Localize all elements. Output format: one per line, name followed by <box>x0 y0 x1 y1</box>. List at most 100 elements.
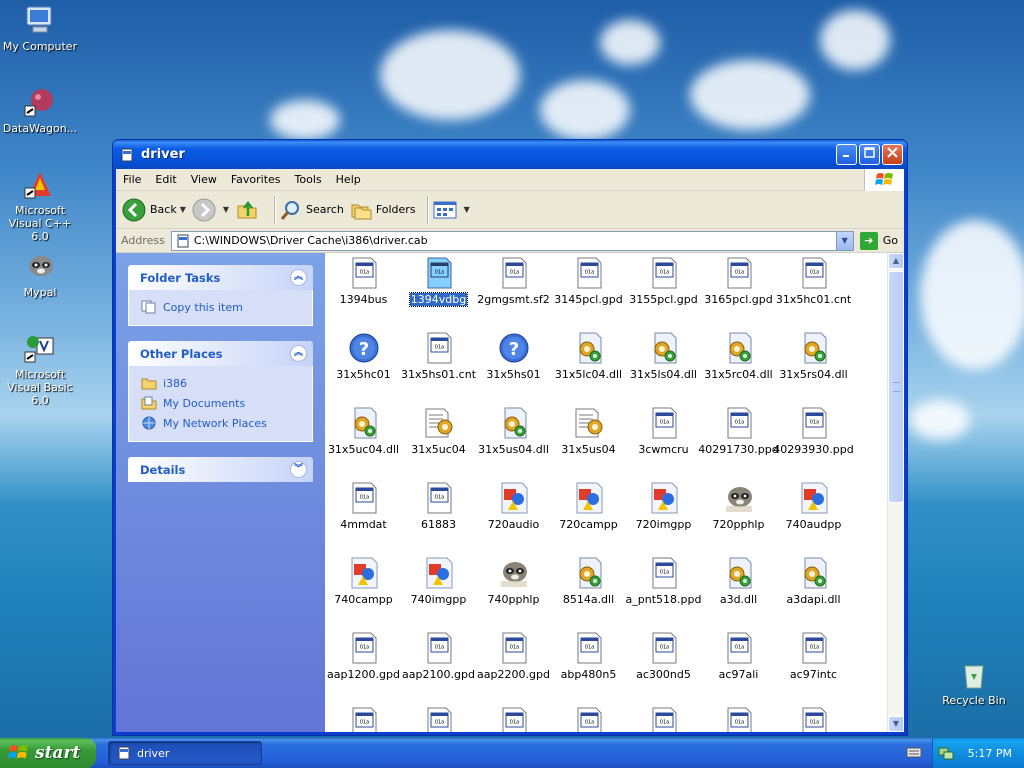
file-item[interactable]: 01a aap2100.gpd <box>401 632 476 707</box>
menu-favorites[interactable]: Favorites <box>224 173 288 186</box>
menu-view[interactable]: View <box>184 173 224 186</box>
file-item[interactable]: 01a 61883 <box>401 482 476 557</box>
file-item[interactable]: 01a <box>401 707 476 732</box>
network-icon <box>142 416 156 430</box>
place-i386[interactable]: i386 <box>141 373 302 393</box>
desktop-icon-visual-cpp[interactable]: Microsoft Visual C++ 6.0 <box>0 168 80 243</box>
file-item[interactable]: 01a a_pnt518.ppd <box>626 557 701 632</box>
file-item[interactable]: 01a aap2200.gpd <box>476 632 551 707</box>
file-item[interactable]: 31x5us04 <box>551 407 626 482</box>
start-button[interactable]: start <box>0 738 96 768</box>
network-status-icon[interactable] <box>938 745 954 761</box>
place-my-network-places[interactable]: My Network Places <box>141 413 302 433</box>
details-header[interactable]: Details ︾ <box>128 457 313 482</box>
back-button[interactable]: Back ▼ <box>122 198 186 222</box>
file-item[interactable]: 01a <box>551 707 626 732</box>
cab-file-icon <box>177 234 189 247</box>
go-button[interactable]: ➔ Go <box>859 231 898 250</box>
file-item[interactable]: 01a 2gmgsmt.sf2 <box>476 257 551 332</box>
file-item[interactable]: 31x5lc04.dll <box>551 332 626 407</box>
file-item[interactable]: a3dapi.dll <box>776 557 851 632</box>
search-button[interactable]: Search <box>280 199 344 221</box>
file-item[interactable]: 01a 1394bus <box>326 257 401 332</box>
file-item[interactable]: 31x5uc04 <box>401 407 476 482</box>
file-item[interactable]: 31x5rs04.dll <box>776 332 851 407</box>
file-item[interactable]: 01a 40293930.ppd <box>773 407 854 482</box>
file-item[interactable]: 01a abp480n5 <box>551 632 626 707</box>
file-item[interactable]: a3d.dll <box>701 557 776 632</box>
file-item[interactable]: ? 31x5hc01 <box>326 332 401 407</box>
scroll-thumb[interactable] <box>888 271 904 503</box>
chevron-down-icon[interactable]: ▼ <box>180 205 186 214</box>
desktop-icon-visual-basic[interactable]: Microsoft Visual Basic 6.0 <box>0 332 80 407</box>
file-item[interactable]: 31x5uc04.dll <box>326 407 401 482</box>
file-item[interactable]: 740pphlp <box>476 557 551 632</box>
chevron-down-icon[interactable]: ▼ <box>223 205 229 214</box>
file-item[interactable]: 8514a.dll <box>551 557 626 632</box>
clock[interactable]: 5:17 PM <box>968 747 1012 760</box>
maximize-button[interactable] <box>859 144 880 165</box>
color-shapes-icon <box>498 482 530 514</box>
file-item[interactable]: 31x5ls04.dll <box>626 332 701 407</box>
menu-file[interactable]: File <box>116 173 148 186</box>
file-item[interactable]: 01a <box>326 707 401 732</box>
file-item[interactable]: 01a <box>701 707 776 732</box>
file-item[interactable]: 01a 3155pcl.gpd <box>626 257 701 332</box>
task-copy-this-item[interactable]: Copy this item <box>141 297 302 317</box>
views-button[interactable]: ▼ <box>433 200 470 220</box>
file-item[interactable]: 01a 31x5hs01.cnt <box>401 332 476 407</box>
menu-help[interactable]: Help <box>329 173 368 186</box>
file-item[interactable]: 01a 3cwmcru <box>626 407 701 482</box>
file-item[interactable]: 720campp <box>551 482 626 557</box>
scroll-up-button[interactable]: ▲ <box>888 253 904 269</box>
file-item[interactable]: 01a 40291730.ppd <box>698 407 779 482</box>
file-item[interactable]: 740imgpp <box>401 557 476 632</box>
other-places-header[interactable]: Other Places ︽ <box>128 341 313 366</box>
place-my-documents[interactable]: My Documents <box>141 393 302 413</box>
close-button[interactable] <box>882 144 903 165</box>
file-item[interactable]: 720imgpp <box>626 482 701 557</box>
menu-edit[interactable]: Edit <box>148 173 183 186</box>
folders-button[interactable]: Folders <box>350 199 416 221</box>
file-item[interactable]: 31x5us04.dll <box>476 407 551 482</box>
folder-tasks-header[interactable]: Folder Tasks ︽ <box>128 265 313 290</box>
file-item[interactable]: 01a ac97ali <box>701 632 776 707</box>
address-input[interactable]: C:\WINDOWS\Driver Cache\i386\driver.cab … <box>170 230 854 251</box>
keyboard-icon[interactable] <box>906 746 922 758</box>
file-item[interactable]: 31x5rc04.dll <box>701 332 776 407</box>
file-item[interactable]: 01a aap1200.gpd <box>326 632 401 707</box>
file-item[interactable]: 01a 31x5hc01.cnt <box>776 257 851 332</box>
file-item[interactable]: ? 31x5hs01 <box>476 332 551 407</box>
desktop-icon-mypal[interactable]: Mypal <box>0 250 80 299</box>
collapse-icon[interactable]: ︽ <box>290 269 307 286</box>
up-folder-button[interactable] <box>235 198 263 222</box>
address-dropdown[interactable]: ▼ <box>835 231 853 250</box>
file-item[interactable]: 01a 3145pcl.gpd <box>551 257 626 332</box>
file-item[interactable]: 01a 3165pcl.gpd <box>701 257 776 332</box>
file-item[interactable]: 01a <box>626 707 701 732</box>
file-item[interactable]: 01a <box>476 707 551 732</box>
forward-button[interactable]: ▼ <box>192 198 229 222</box>
file-item[interactable]: 720pphlp <box>701 482 776 557</box>
expand-icon[interactable]: ︾ <box>290 461 307 478</box>
taskbar-item-driver[interactable]: driver <box>108 741 262 765</box>
file-item[interactable]: 01a 4mmdat <box>326 482 401 557</box>
collapse-icon[interactable]: ︽ <box>290 345 307 362</box>
menu-tools[interactable]: Tools <box>288 173 329 186</box>
desktop-icon-datawagon[interactable]: DataWagon... <box>0 86 80 135</box>
chevron-down-icon[interactable]: ▼ <box>464 205 470 214</box>
desktop-icon-my-computer[interactable]: My Computer <box>0 4 80 53</box>
file-item[interactable]: 720audio <box>476 482 551 557</box>
vertical-scrollbar[interactable]: ▲ ▼ <box>887 253 904 732</box>
file-item[interactable]: 01a ac97intc <box>776 632 851 707</box>
title-bar[interactable]: driver <box>113 140 907 169</box>
file-item[interactable]: 01a <box>776 707 851 732</box>
file-item[interactable]: 740audpp <box>776 482 851 557</box>
minimize-button[interactable] <box>836 144 857 165</box>
file-item[interactable]: 01a 1394vdbg <box>401 257 476 332</box>
scroll-down-button[interactable]: ▼ <box>888 716 904 732</box>
window-title: driver <box>141 147 185 162</box>
file-item[interactable]: 740campp <box>326 557 401 632</box>
file-item[interactable]: 01a ac300nd5 <box>626 632 701 707</box>
desktop-icon-recycle-bin[interactable]: Recycle Bin <box>934 658 1014 707</box>
